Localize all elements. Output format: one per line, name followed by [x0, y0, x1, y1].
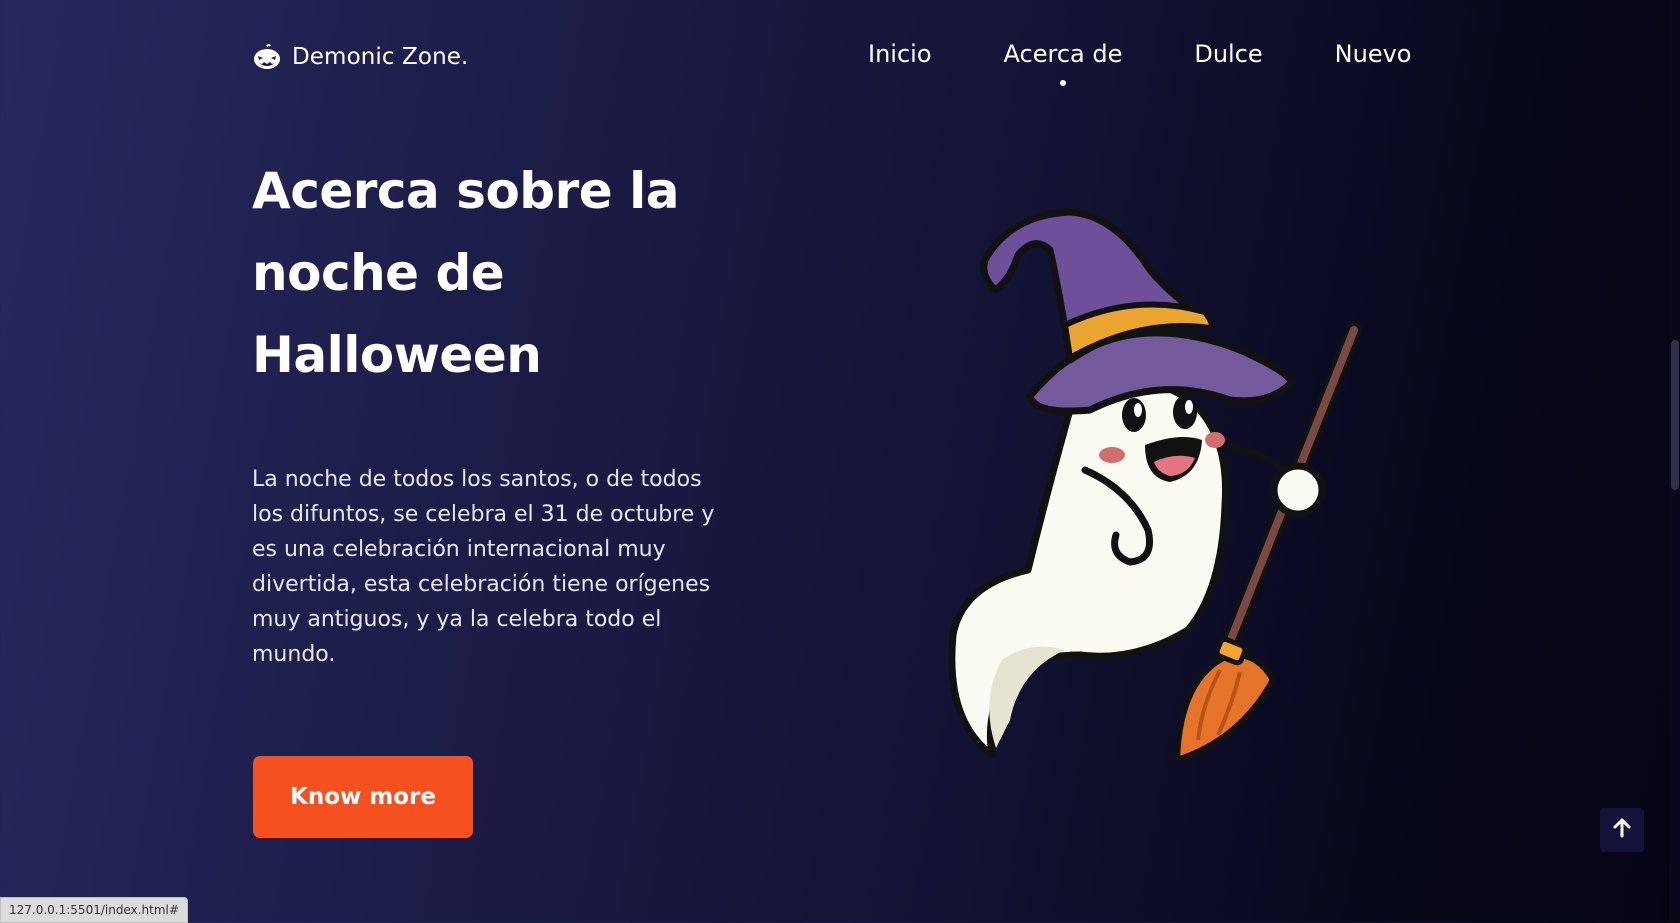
- nav-item-dulce[interactable]: Dulce: [1194, 40, 1262, 68]
- active-indicator-dot: [1059, 80, 1066, 86]
- nav-item-label: Dulce: [1194, 40, 1263, 68]
- brand-name: Demonic Zone.: [292, 44, 469, 70]
- main-nav: Inicio Acerca de Dulce Nuevo: [868, 40, 1412, 86]
- jack-o-lantern-icon: [252, 42, 282, 72]
- scroll-to-top-button[interactable]: [1600, 808, 1644, 852]
- site-header: Demonic Zone. Inicio Acerca de Dulce Nue…: [0, 0, 1680, 120]
- know-more-button[interactable]: Know more: [253, 756, 473, 838]
- nav-item-nuevo[interactable]: Nuevo: [1335, 40, 1412, 68]
- hero-description: La noche de todos los santos, o de todos…: [252, 467, 715, 667]
- witch-ghost-illustration: [940, 200, 1400, 780]
- nav-item-label: Inicio: [868, 40, 932, 68]
- brand-logo[interactable]: Demonic Zone.: [252, 42, 468, 72]
- scrollbar-thumb[interactable]: [1671, 340, 1679, 490]
- nav-item-label: Nuevo: [1334, 40, 1412, 68]
- nav-item-acerca-de[interactable]: Acerca de: [1003, 40, 1123, 86]
- nav-item-inicio[interactable]: Inicio: [868, 40, 932, 68]
- browser-status-bar: 127.0.0.1:5501/index.html#: [0, 897, 188, 923]
- hero-title: Acerca sobre la noche de Halloween: [252, 162, 679, 384]
- nav-item-label: Acerca de: [1003, 40, 1123, 68]
- page-scrollbar[interactable]: [1669, 0, 1680, 921]
- arrow-up-icon: [1611, 817, 1633, 843]
